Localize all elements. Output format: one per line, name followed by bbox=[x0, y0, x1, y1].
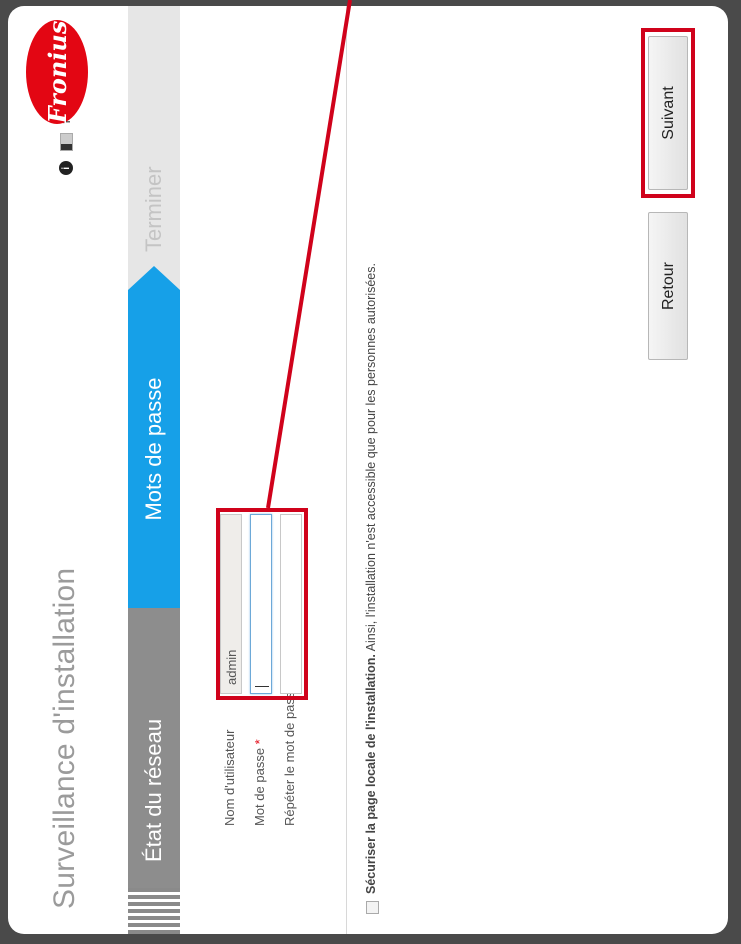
secure-page-bold: Sécuriser la page locale de l'installati… bbox=[364, 654, 378, 894]
fronius-logo: Fronius bbox=[26, 20, 88, 124]
secure-page-checkbox[interactable] bbox=[366, 901, 379, 914]
rotated-page: Surveillance d'installation i fr Fronius… bbox=[8, 6, 728, 934]
username-label: Nom d'utilisateur bbox=[222, 729, 237, 826]
info-icon[interactable]: i bbox=[59, 161, 73, 176]
page-title: Surveillance d'installation bbox=[48, 567, 81, 909]
step-finish: Terminer bbox=[141, 166, 166, 252]
password-label: Mot de passe bbox=[252, 747, 267, 826]
flag-icon[interactable] bbox=[59, 133, 73, 152]
back-button[interactable]: Retour bbox=[648, 212, 688, 360]
logo-text: Fronius bbox=[42, 20, 72, 124]
secure-page-label[interactable]: Sécuriser la page locale de l'installati… bbox=[364, 263, 378, 894]
secure-page-text: Ainsi, l'installation n'est accessible q… bbox=[364, 263, 378, 655]
step-passwords: Mots de passe bbox=[128, 290, 180, 608]
repeat-password-label: Répéter le mot de passe bbox=[282, 684, 297, 826]
password-fields-highlight bbox=[216, 508, 308, 700]
step-arrow-icon bbox=[128, 266, 180, 290]
password-label-row: Mot de passe * bbox=[252, 739, 267, 826]
browser-frame: Surveillance d'installation i fr Fronius… bbox=[8, 6, 728, 934]
steps-grip-icon bbox=[128, 888, 180, 934]
divider bbox=[346, 6, 347, 934]
next-button-highlight bbox=[641, 28, 695, 198]
language-bar: i fr bbox=[56, 116, 76, 176]
wizard-steps: État du réseau Mots de passe Terminer bbox=[128, 6, 180, 934]
required-mark: * bbox=[252, 739, 267, 745]
step-network-status[interactable]: État du réseau bbox=[128, 608, 180, 888]
